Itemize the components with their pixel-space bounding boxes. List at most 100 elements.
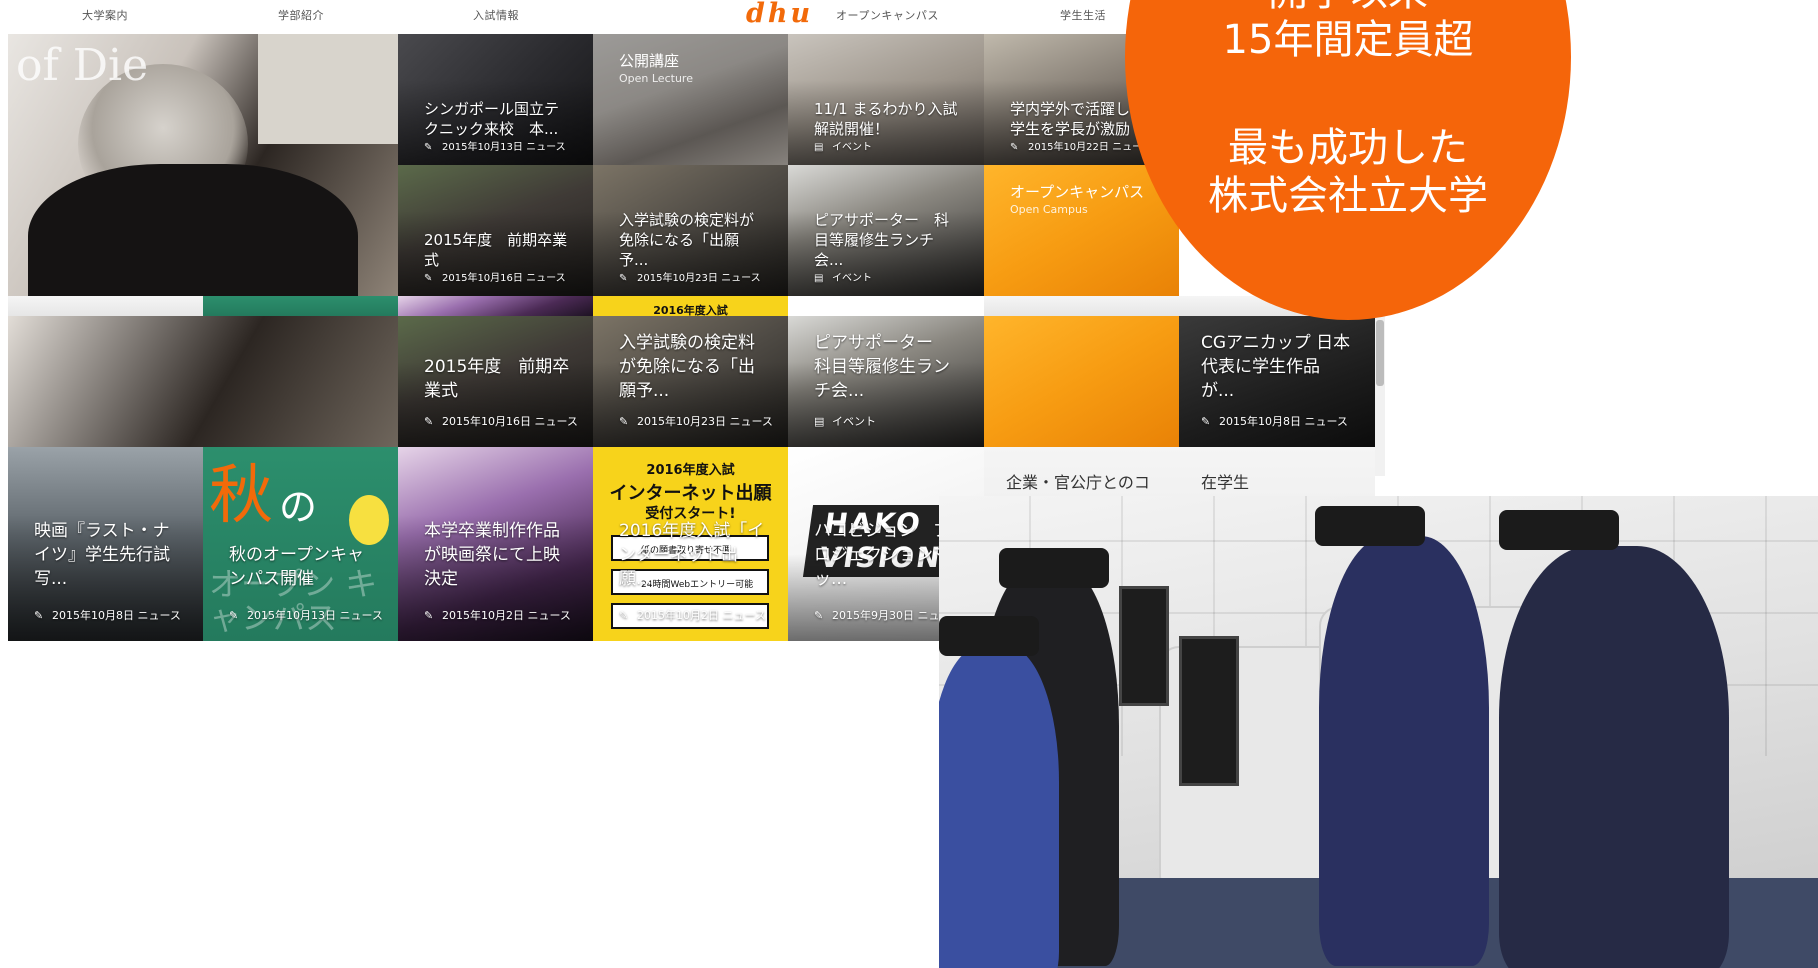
- news-tile-graduation-copy[interactable]: 2015年度 前期卒業式 ✎ 2015年10月16日 ニュース: [398, 316, 593, 447]
- callout-bubble: 開学以来 15年間定員超 最も成功した 株式会社立大学: [1125, 0, 1571, 320]
- nav-item-student-life[interactable]: 学生生活: [1060, 7, 1106, 23]
- tile-title: 秋のオープンキャンパス開催: [229, 545, 364, 589]
- tile-title: 映画『ラスト・ナイツ』学生先行試写...: [34, 521, 170, 589]
- tile-title: CGアニカップ 日本代表に学生作品が...: [1201, 333, 1351, 401]
- tile-title: 本学卒業制作作品が映画祭にて上映決定: [424, 521, 560, 589]
- tile-title: 2015年度 前期卒業式: [424, 231, 568, 269]
- person: [1319, 536, 1489, 966]
- calendar-icon: ▤: [814, 415, 825, 428]
- hero-speaker-photo-copy[interactable]: [8, 316, 398, 447]
- tile-meta: ✎ 2015年10月23日 ニュース: [619, 273, 761, 284]
- pencil-icon: ✎: [424, 273, 433, 284]
- vr-headset: [939, 616, 1039, 656]
- scrollbar-thumb[interactable]: [1376, 320, 1384, 386]
- monitor: [1179, 636, 1239, 786]
- news-tile-fee-waiver[interactable]: 入学試験の検定料が免除になる「出願予... ✎ 2015年10月23日 ニュース: [593, 165, 788, 296]
- tile-sublabel: Open Campus: [1010, 203, 1088, 216]
- strip-label: 2016年度入試: [653, 304, 728, 316]
- person: [1499, 546, 1729, 968]
- pencil-icon: ✎: [1010, 142, 1019, 153]
- pencil-icon: ✎: [424, 142, 433, 153]
- mascot-icon: [349, 495, 389, 545]
- tile-title: シンガポール国立テクニック来校 本...: [424, 100, 560, 138]
- tile-label: 公開講座: [619, 52, 680, 70]
- news-tile-singapore[interactable]: シンガポール国立テクニック来校 本... ✎ 2015年10月13日 ニュース: [398, 34, 593, 165]
- hero-overlay-text: of Die: [16, 40, 149, 91]
- bubble-line-5: 株式会社立大学: [1208, 173, 1488, 219]
- vr-headset: [999, 548, 1109, 588]
- nav-item-faculties[interactable]: 学部紹介: [278, 7, 324, 23]
- news-tile-cg-anicup[interactable]: CGアニカップ 日本代表に学生作品が... ✎ 2015年10月8日 ニュース: [1179, 316, 1375, 447]
- bubble-line-1: 開学以来: [1125, 0, 1571, 16]
- tile-meta: ✎ 2015年10月16日 ニュース: [424, 273, 566, 284]
- bubble-line-4: 最も成功した: [1228, 125, 1468, 171]
- pencil-icon: ✎: [34, 609, 44, 622]
- poster-main: インターネット出願: [609, 483, 772, 504]
- tile-title: 企業・官公庁とのコ: [1006, 473, 1150, 492]
- event-tile-peer-support[interactable]: ピアサポーター 科目等履修生ランチ会... ▤ イベント: [788, 165, 984, 296]
- pencil-icon: ✎: [1201, 415, 1211, 428]
- tile-meta: ✎ 2015年10月13日 ニュース: [229, 609, 383, 622]
- calendar-icon: ▤: [814, 273, 824, 284]
- news-tile-internet-application[interactable]: 2016年度入試 インターネット出願 受付スタート! 紙の願書取り寄せ不要 24…: [593, 447, 788, 641]
- category-tile-open-lecture[interactable]: 公開講座 Open Lecture: [593, 34, 788, 165]
- strip-tile: [203, 296, 398, 316]
- projector-screen: [258, 34, 398, 144]
- tile-meta: ▤ イベント: [814, 415, 876, 428]
- tile-meta: ✎ 2015年10月2日 ニュース: [424, 609, 571, 622]
- person: [939, 646, 1059, 968]
- tile-meta: ▤ イベント: [814, 142, 872, 153]
- hero-speaker-photo[interactable]: of Die: [8, 34, 398, 296]
- news-tile-fee-waiver-copy[interactable]: 入学試験の検定料が免除になる「出願予... ✎ 2015年10月23日 ニュース: [593, 316, 788, 447]
- strip-tile: [8, 296, 203, 316]
- pencil-icon: ✎: [814, 609, 824, 622]
- pencil-icon: ✎: [229, 609, 239, 622]
- tile-title: ピアサポーター 科目等履修生ランチ会...: [814, 211, 950, 269]
- tile-title: 入学試験の検定料が免除になる「出願予...: [619, 211, 755, 269]
- vertical-scrollbar[interactable]: [1375, 316, 1385, 476]
- tile-meta: ✎ 2015年10月8日 ニュース: [1201, 415, 1348, 428]
- tile-title: 入学試験の検定料が免除になる「出願予...: [619, 333, 755, 401]
- news-tile-graduation[interactable]: 2015年度 前期卒業式 ✎ 2015年10月16日 ニュース: [398, 165, 593, 296]
- calendar-icon: ▤: [814, 142, 824, 153]
- tile-meta: ▤ イベント: [814, 273, 872, 284]
- tile-meta: ✎ 2015年10月13日 ニュース: [424, 142, 566, 153]
- tile-title: 11/1 まるわかり入試解説開催！: [814, 100, 958, 138]
- strip-tile: [398, 296, 593, 316]
- pencil-icon: ✎: [619, 273, 628, 284]
- speaker-body: [28, 164, 358, 296]
- tile-sublabel: Open Lecture: [619, 72, 693, 85]
- poster-particle: の: [279, 485, 318, 529]
- tile-label: オープンキャンパス: [1010, 183, 1145, 201]
- pencil-icon: ✎: [424, 609, 434, 622]
- vr-headset: [1315, 506, 1425, 546]
- strip-tile: 2016年度入試: [593, 296, 788, 316]
- poster-heading: 2016年度入試: [646, 463, 735, 478]
- monitor: [1119, 586, 1169, 706]
- tile-title: ピアサポーター 科目等履修生ランチ会...: [814, 333, 950, 401]
- pencil-icon: ✎: [424, 415, 434, 428]
- tile-meta: ✎ 2015年10月23日 ニュース: [619, 415, 773, 428]
- tile-title: 在学生: [1201, 473, 1250, 492]
- pencil-icon: ✎: [619, 415, 629, 428]
- event-tile-admission-briefing[interactable]: 11/1 まるわかり入試解説開催！ ▤ イベント: [788, 34, 984, 165]
- tile-meta: ✎ 2015年10月8日 ニュース: [34, 609, 181, 622]
- tile-title: 2015年度 前期卒業式: [424, 357, 570, 401]
- nav-item-open-campus[interactable]: オープンキャンパス: [836, 7, 939, 23]
- nav-item-admissions[interactable]: 入試情報: [473, 7, 519, 23]
- tile-title: 2016年度入試「インターネット出願...: [619, 521, 765, 589]
- tile-meta: ✎ 2015年10月16日 ニュース: [424, 415, 578, 428]
- bubble-line-2: 15年間定員超: [1222, 17, 1474, 63]
- vr-headset: [1499, 510, 1619, 550]
- category-tile-open-campus-copy[interactable]: [984, 316, 1179, 447]
- event-tile-peer-support-copy[interactable]: ピアサポーター 科目等履修生ランチ会... ▤ イベント: [788, 316, 984, 447]
- vr-lab-photo: [939, 496, 1818, 968]
- poster-big-char: 秋: [209, 459, 273, 533]
- news-tile-film-festival[interactable]: 本学卒業制作作品が映画祭にて上映決定 ✎ 2015年10月2日 ニュース: [398, 447, 593, 641]
- nav-item-about[interactable]: 大学案内: [82, 7, 128, 23]
- news-tile-autumn-open-campus[interactable]: 秋 の オープン キャンパス 秋のオープンキャンパス開催 ✎ 2015年10月13…: [203, 447, 398, 641]
- pencil-icon: ✎: [619, 609, 629, 622]
- site-logo[interactable]: dhu: [746, 0, 813, 28]
- news-tile-last-knights[interactable]: 映画『ラスト・ナイツ』学生先行試写... ✎ 2015年10月8日 ニュース: [8, 447, 203, 641]
- tile-meta: ✎ 2015年10月2日 ニュース: [619, 609, 766, 622]
